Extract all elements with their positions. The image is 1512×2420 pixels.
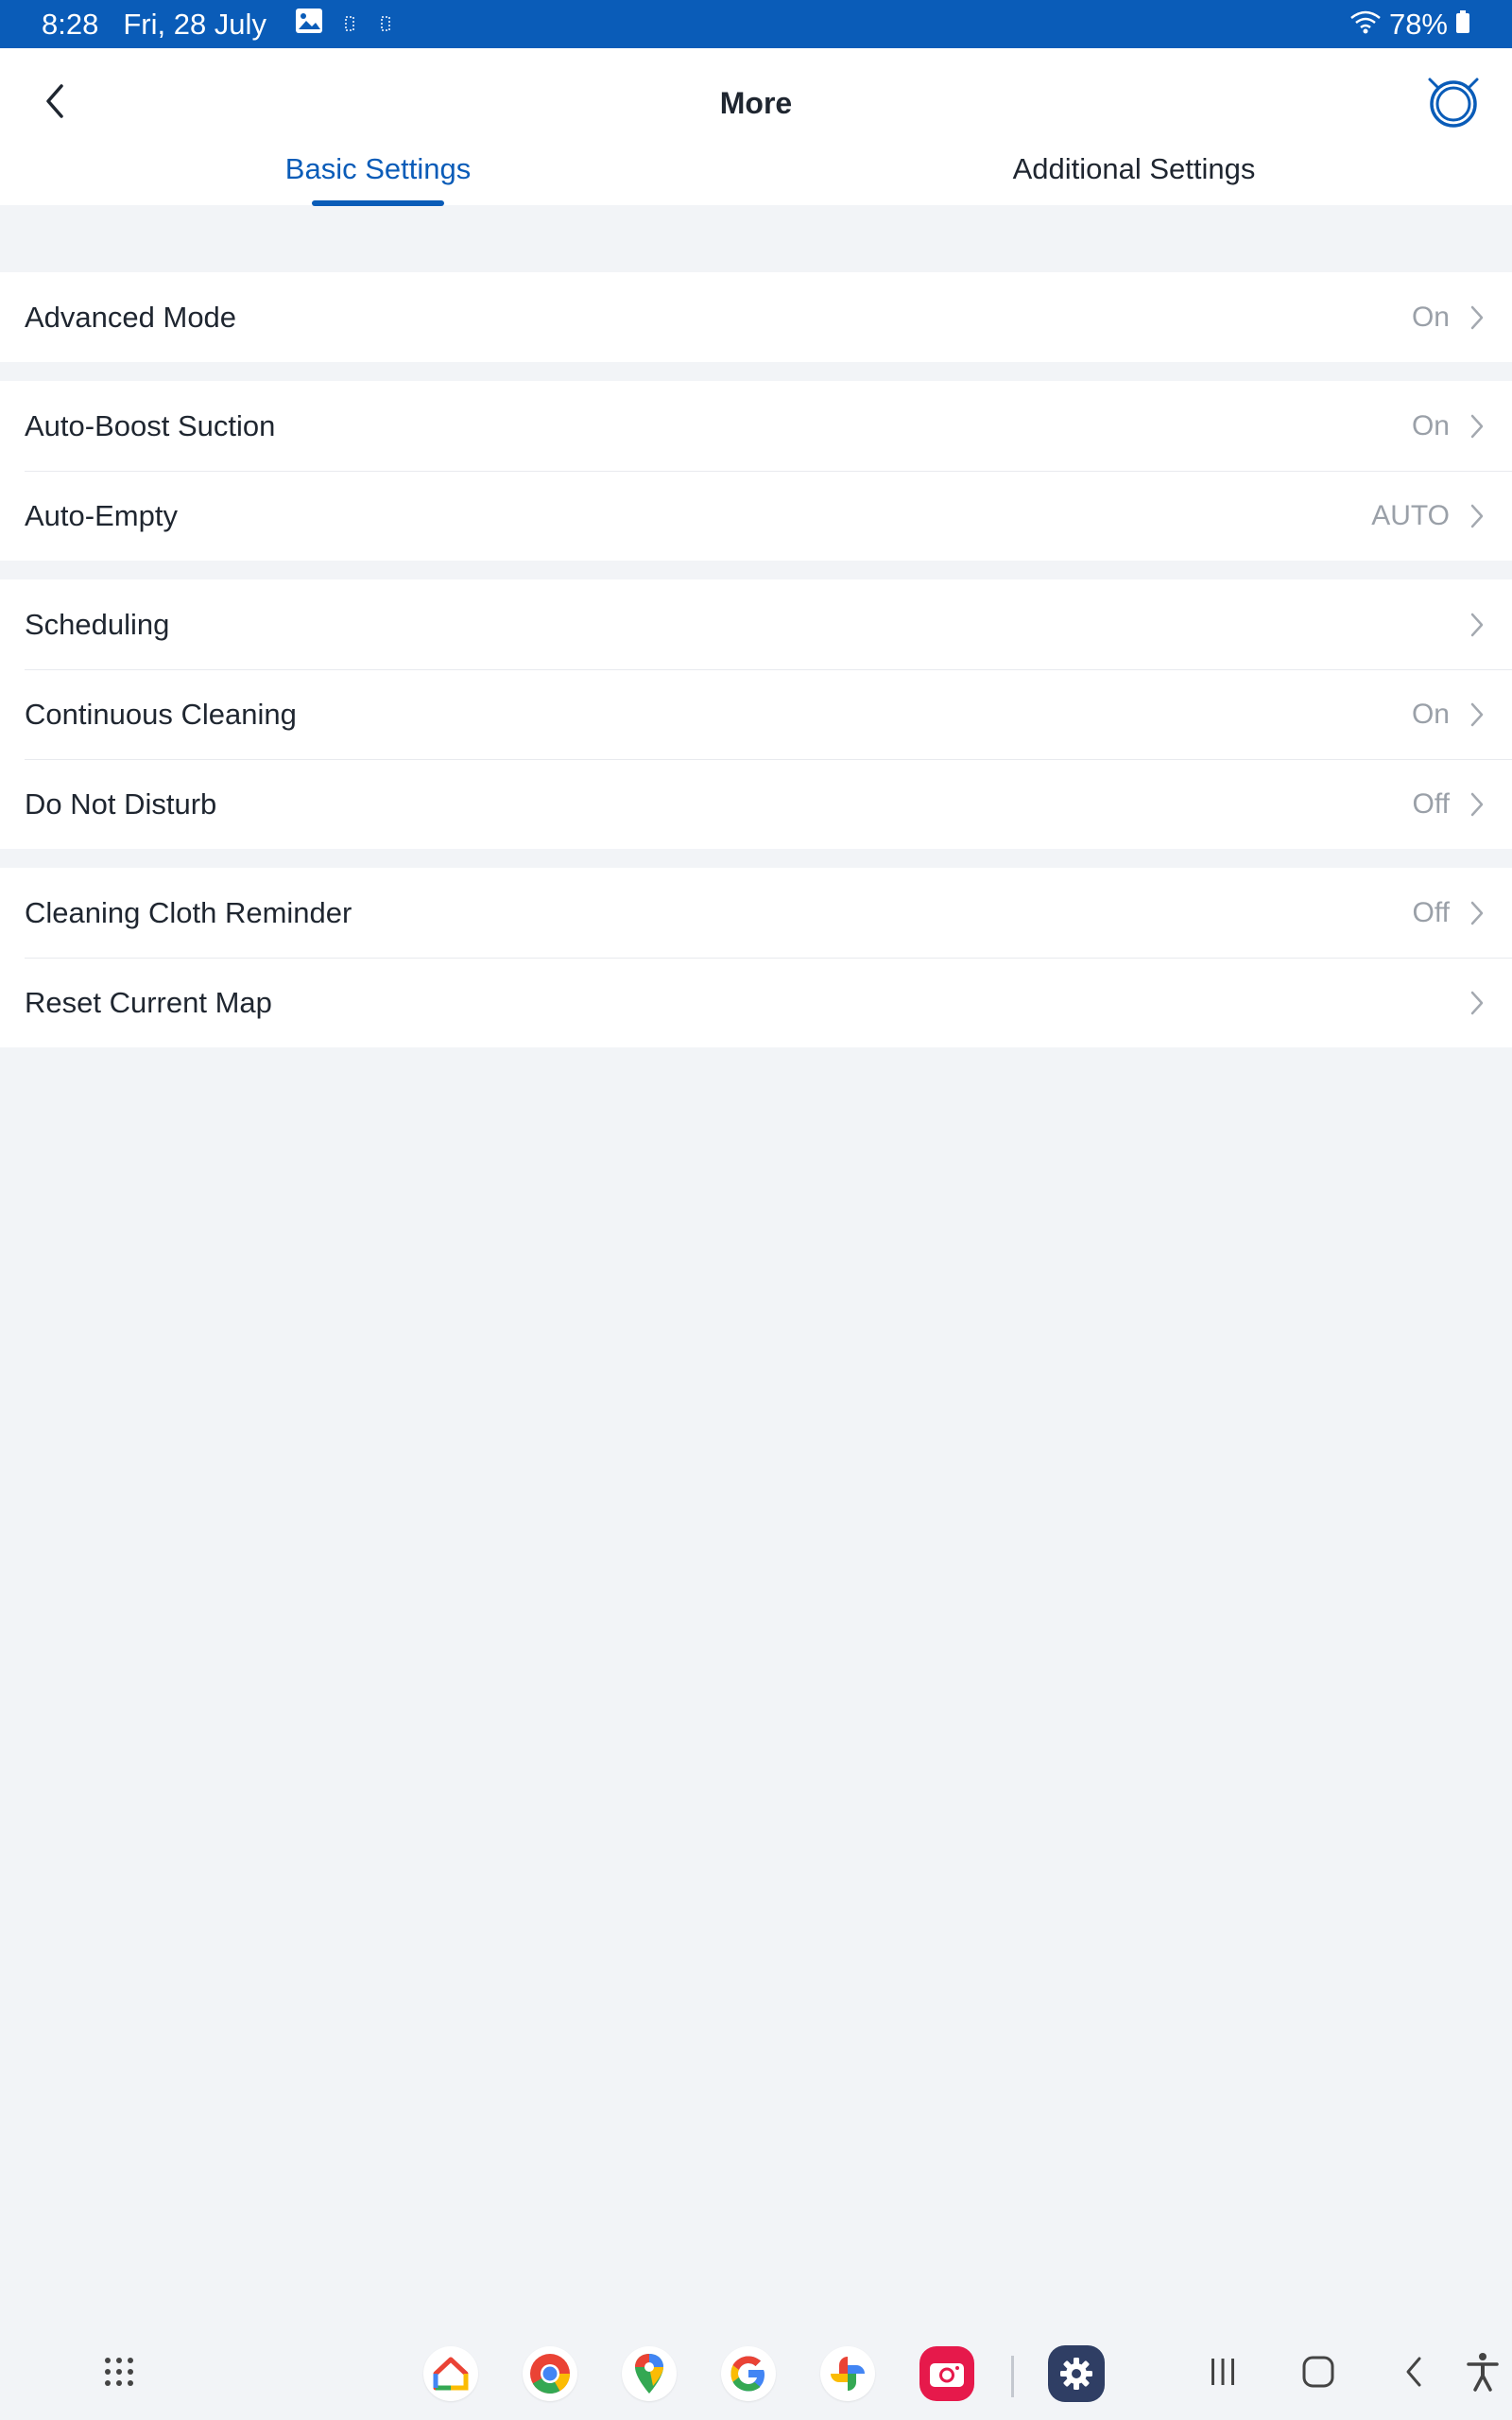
active-tab-indicator	[312, 200, 444, 206]
status-date: Fri, 28 July	[123, 7, 266, 41]
photos-icon	[820, 2346, 875, 2401]
tab-additional-settings[interactable]: Additional Settings	[1013, 152, 1256, 186]
google-icon	[721, 2346, 776, 2401]
setting-label: Scheduling	[25, 607, 170, 641]
chevron-right-icon	[1463, 700, 1491, 729]
settings-group: Scheduling Continuous Cleaning On Do Not…	[0, 579, 1512, 849]
app-drawer-icon	[100, 2353, 138, 2395]
chrome-icon	[523, 2346, 577, 2401]
camera-app[interactable]	[918, 2344, 976, 2403]
setting-label: Do Not Disturb	[25, 786, 217, 821]
setting-cleaning-cloth-reminder[interactable]: Cleaning Cloth Reminder Off	[0, 868, 1512, 958]
maps-icon	[622, 2346, 677, 2401]
app-header: More Basic Settings Additional Settings	[0, 48, 1512, 205]
setting-value: On	[1411, 409, 1450, 441]
setting-label: Advanced Mode	[25, 300, 237, 334]
setting-continuous-cleaning[interactable]: Continuous Cleaning On	[0, 669, 1512, 759]
nav-back-button[interactable]	[1384, 2344, 1443, 2403]
google-home-app[interactable]	[421, 2344, 480, 2403]
gallery-icon	[295, 8, 323, 42]
system-navbar	[0, 2327, 1512, 2420]
accessibility-icon	[1466, 2352, 1500, 2396]
wifi-icon	[1349, 8, 1382, 42]
chevron-right-icon	[1463, 412, 1491, 441]
setting-scheduling[interactable]: Scheduling	[0, 579, 1512, 669]
setting-value: On	[1411, 301, 1450, 333]
chevron-right-icon	[1463, 502, 1491, 530]
sim-icon	[376, 8, 395, 42]
chevron-right-icon	[1463, 989, 1491, 1017]
setting-value: AUTO	[1371, 499, 1450, 531]
camera-icon	[919, 2346, 974, 2401]
battery-icon	[1455, 8, 1470, 42]
setting-value: Off	[1412, 787, 1450, 820]
home-icon	[1301, 2355, 1335, 2394]
setting-auto-empty[interactable]: Auto-Empty AUTO	[0, 471, 1512, 561]
taskbar-divider	[1011, 2356, 1014, 2397]
settings-group: Cleaning Cloth Reminder Off Reset Curren…	[0, 868, 1512, 1047]
recents-icon	[1206, 2357, 1240, 2392]
robot-vacuum-icon	[1426, 74, 1481, 133]
setting-reset-current-map[interactable]: Reset Current Map	[0, 958, 1512, 1047]
google-app[interactable]	[719, 2344, 778, 2403]
setting-label: Cleaning Cloth Reminder	[25, 895, 352, 929]
chevron-right-icon	[1463, 899, 1491, 927]
setting-label: Reset Current Map	[25, 985, 272, 1019]
setting-value: Off	[1412, 896, 1450, 928]
app-drawer-button[interactable]	[90, 2344, 148, 2403]
status-time: 8:28	[42, 7, 99, 41]
photos-app[interactable]	[818, 2344, 877, 2403]
chevron-right-icon	[1463, 611, 1491, 639]
maps-app[interactable]	[620, 2344, 679, 2403]
settings-group: Advanced Mode On	[0, 272, 1512, 362]
setting-do-not-disturb[interactable]: Do Not Disturb Off	[0, 759, 1512, 849]
chrome-app[interactable]	[521, 2344, 579, 2403]
status-bar: 8:28 Fri, 28 July 78%	[0, 0, 1512, 48]
settings-app[interactable]	[1047, 2344, 1106, 2403]
accessibility-button[interactable]	[1453, 2344, 1512, 2403]
page-title: More	[719, 86, 793, 120]
recents-button[interactable]	[1194, 2344, 1252, 2403]
setting-label: Auto-Empty	[25, 498, 178, 532]
home-button[interactable]	[1289, 2344, 1348, 2403]
chevron-right-icon	[1463, 303, 1491, 332]
settings-group: Auto-Boost Suction On Auto-Empty AUTO	[0, 381, 1512, 561]
settings-icon	[1048, 2345, 1105, 2402]
battery-percent: 78%	[1388, 7, 1448, 41]
settings-tabs: Basic Settings Additional Settings	[0, 152, 1512, 205]
setting-auto-boost-suction[interactable]: Auto-Boost Suction On	[0, 381, 1512, 471]
google-home-icon	[423, 2346, 478, 2401]
setting-advanced-mode[interactable]: Advanced Mode On	[0, 272, 1512, 362]
setting-label: Auto-Boost Suction	[25, 408, 276, 442]
robot-button[interactable]	[1423, 73, 1484, 133]
sim-icon	[340, 8, 359, 42]
chevron-right-icon	[1463, 790, 1491, 819]
setting-value: On	[1411, 698, 1450, 730]
tab-basic-settings[interactable]: Basic Settings	[285, 152, 471, 186]
setting-label: Continuous Cleaning	[25, 697, 297, 731]
back-icon	[1402, 2355, 1425, 2394]
